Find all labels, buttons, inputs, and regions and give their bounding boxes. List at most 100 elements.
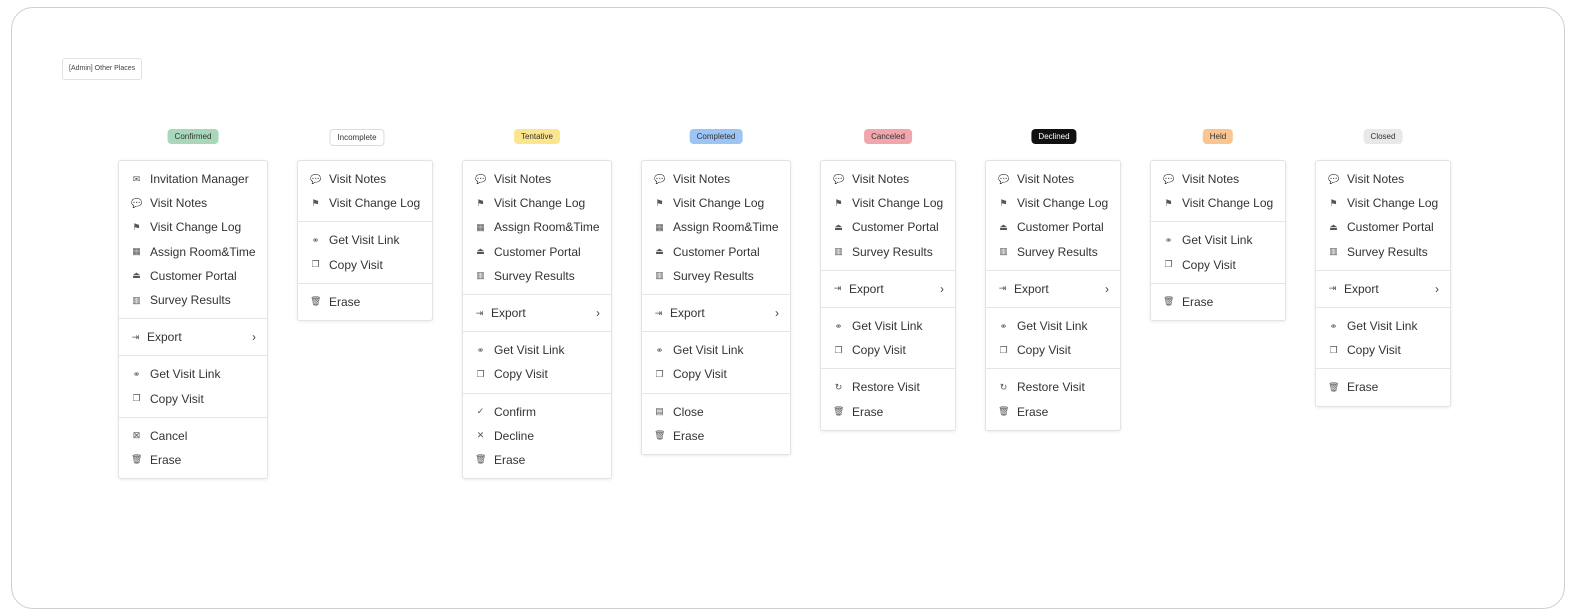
menu-group: 🗑 Erase xyxy=(298,282,432,320)
menu-item-assign-room-time[interactable]: ▦ Assign Room&Time xyxy=(463,215,611,239)
menu-item-visit-change-log[interactable]: ⚑ Visit Change Log xyxy=(642,191,790,215)
menu-item-restore-visit[interactable]: ↻ Restore Visit xyxy=(821,375,955,399)
menu-item-export[interactable]: ⇥ Export › xyxy=(1316,277,1450,301)
menu-item-copy-visit[interactable]: ❐ Copy Visit xyxy=(1316,338,1450,362)
chat-icon: 💬 xyxy=(310,173,322,184)
menu-item-visit-notes[interactable]: 💬 Visit Notes xyxy=(821,167,955,191)
menu-item-visit-notes[interactable]: 💬 Visit Notes xyxy=(1151,167,1285,191)
menu-item-export[interactable]: ⇥ Export › xyxy=(821,277,955,301)
menu-item-label: Export xyxy=(1014,281,1049,296)
menu-item-customer-portal[interactable]: ⏏ Customer Portal xyxy=(463,240,611,264)
menu-item-copy-visit[interactable]: ❐ Copy Visit xyxy=(642,362,790,386)
menu-item-label: Erase xyxy=(1017,404,1049,419)
menu-item-assign-room-time[interactable]: ▦ Assign Room&Time xyxy=(119,240,267,264)
menu-item-visit-change-log[interactable]: ⚑ Visit Change Log xyxy=(1316,191,1450,215)
menu-item-visit-change-log[interactable]: ⚑ Visit Change Log xyxy=(463,191,611,215)
menu-item-survey-results[interactable]: ▥ Survey Results xyxy=(119,288,267,312)
menu-item-label: Get Visit Link xyxy=(673,343,744,358)
menu-item-visit-change-log[interactable]: ⚑ Visit Change Log xyxy=(119,215,267,239)
menu-item-label: Restore Visit xyxy=(852,380,920,395)
menu-item-visit-change-log[interactable]: ⚑ Visit Change Log xyxy=(298,191,432,215)
menu-item-survey-results[interactable]: ▥ Survey Results xyxy=(642,264,790,288)
chevron-right-icon: › xyxy=(1435,281,1439,296)
menu-item-cancel[interactable]: ⊠ Cancel xyxy=(119,424,267,448)
menu-item-get-visit-link[interactable]: ⚭ Get Visit Link xyxy=(1151,228,1285,252)
menu-item-copy-visit[interactable]: ❐ Copy Visit xyxy=(298,253,432,277)
menu-item-survey-results[interactable]: ▥ Survey Results xyxy=(821,240,955,264)
menu-item-copy-visit[interactable]: ❐ Copy Visit xyxy=(463,362,611,386)
menu-item-export[interactable]: ⇥ Export › xyxy=(119,325,267,349)
flag-icon: ⚑ xyxy=(655,197,664,208)
menu-group: ⇥ Export › xyxy=(642,293,790,331)
menu-item-copy-visit[interactable]: ❐ Copy Visit xyxy=(821,338,955,362)
menu-item-close[interactable]: ▤ Close xyxy=(642,400,790,424)
menu-group: ⇥ Export › xyxy=(119,318,267,355)
menu-item-erase[interactable]: 🗑 Erase xyxy=(1151,290,1285,314)
menu-item-decline[interactable]: ✕ Decline xyxy=(463,424,611,448)
menu-item-get-visit-link[interactable]: ⚭ Get Visit Link xyxy=(298,228,432,252)
menu-item-copy-visit[interactable]: ❐ Copy Visit xyxy=(119,387,267,411)
menu-item-survey-results[interactable]: ▥ Survey Results xyxy=(463,264,611,288)
menu-item-label: Decline xyxy=(494,428,535,443)
menu-item-assign-room-time[interactable]: ▦ Assign Room&Time xyxy=(642,215,790,239)
menu-item-label: Survey Results xyxy=(852,244,933,259)
menu-item-label: Visit Change Log xyxy=(494,196,586,211)
menu-item-visit-change-log[interactable]: ⚑ Visit Change Log xyxy=(1151,191,1285,215)
menu-item-visit-change-log[interactable]: ⚑ Visit Change Log xyxy=(821,191,955,215)
menu-item-customer-portal[interactable]: ⏏ Customer Portal xyxy=(821,215,955,239)
context-menu: 💬 Visit Notes ⚑ Visit Change Log ▦ Assign Roo… xyxy=(462,160,612,480)
portal-icon: ⏏ xyxy=(132,270,141,281)
menu-item-copy-visit[interactable]: ❐ Copy Visit xyxy=(986,338,1120,362)
menu-item-export[interactable]: ⇥ Export › xyxy=(463,301,611,325)
menu-item-visit-notes[interactable]: 💬 Visit Notes xyxy=(1316,167,1450,191)
menu-item-export[interactable]: ⇥ Export › xyxy=(642,301,790,325)
menu-item-erase[interactable]: 🗑 Erase xyxy=(986,400,1120,424)
context-menu: 💬 Visit Notes ⚑ Visit Change Log ⏏ Customer P… xyxy=(1315,160,1451,407)
menu-item-customer-portal[interactable]: ⏏ Customer Portal xyxy=(986,215,1120,239)
menu-item-survey-results[interactable]: ▥ Survey Results xyxy=(1316,240,1450,264)
menu-item-copy-visit[interactable]: ❐ Copy Visit xyxy=(1151,253,1285,277)
menu-item-get-visit-link[interactable]: ⚭ Get Visit Link xyxy=(463,338,611,362)
menu-item-label: Visit Change Log xyxy=(673,196,765,211)
calendar-icon: ▦ xyxy=(132,246,141,257)
menu-item-erase[interactable]: 🗑 Erase xyxy=(298,290,432,314)
restore-icon: ↻ xyxy=(999,381,1008,392)
flag-icon: ⚑ xyxy=(311,197,320,208)
menu-item-survey-results[interactable]: ▥ Survey Results xyxy=(986,240,1120,264)
menu-item-visit-notes[interactable]: 💬 Visit Notes xyxy=(642,167,790,191)
menu-item-get-visit-link[interactable]: ⚭ Get Visit Link xyxy=(986,314,1120,338)
menu-item-erase[interactable]: 🗑 Erase xyxy=(821,400,955,424)
copy-icon: ❐ xyxy=(655,368,664,379)
menu-item-customer-portal[interactable]: ⏏ Customer Portal xyxy=(642,240,790,264)
menu-item-label: Cancel xyxy=(150,428,188,443)
menu-item-label: Customer Portal xyxy=(1347,220,1434,235)
menu-item-get-visit-link[interactable]: ⚭ Get Visit Link xyxy=(1316,314,1450,338)
menu-item-invitation-manager[interactable]: ✉ Invitation Manager xyxy=(119,167,267,191)
menu-item-visit-notes[interactable]: 💬 Visit Notes xyxy=(298,167,432,191)
menu-item-get-visit-link[interactable]: ⚭ Get Visit Link xyxy=(119,362,267,386)
bar-chart-icon: ▥ xyxy=(476,270,485,281)
trash-icon: 🗑 xyxy=(131,454,143,465)
menu-group: 🗑 Erase xyxy=(1151,282,1285,320)
menu-group: ⚭ Get Visit Link ❐ Copy Visit xyxy=(1151,221,1285,282)
menu-item-customer-portal[interactable]: ⏏ Customer Portal xyxy=(119,264,267,288)
export-icon: ⇥ xyxy=(1328,283,1337,294)
menu-item-visit-change-log[interactable]: ⚑ Visit Change Log xyxy=(986,191,1120,215)
menu-item-erase[interactable]: 🗑 Erase xyxy=(1316,375,1450,399)
menu-item-get-visit-link[interactable]: ⚭ Get Visit Link xyxy=(821,314,955,338)
menu-item-visit-notes[interactable]: 💬 Visit Notes xyxy=(986,167,1120,191)
menu-item-erase[interactable]: 🗑 Erase xyxy=(463,448,611,472)
menu-item-customer-portal[interactable]: ⏏ Customer Portal xyxy=(1316,215,1450,239)
menu-item-visit-notes[interactable]: 💬 Visit Notes xyxy=(119,191,267,215)
menu-item-visit-notes[interactable]: 💬 Visit Notes xyxy=(463,167,611,191)
portal-icon: ⏏ xyxy=(999,221,1008,232)
menu-item-restore-visit[interactable]: ↻ Restore Visit xyxy=(986,375,1120,399)
menu-item-erase[interactable]: 🗑 Erase xyxy=(642,424,790,448)
menu-item-get-visit-link[interactable]: ⚭ Get Visit Link xyxy=(642,338,790,362)
menu-item-label: Close xyxy=(673,404,704,419)
menu-item-label: Visit Notes xyxy=(1182,172,1240,187)
menu-group: 💬 Visit Notes ⚑ Visit Change Log xyxy=(298,161,432,221)
menu-item-erase[interactable]: 🗑 Erase xyxy=(119,448,267,472)
menu-item-confirm[interactable]: ✓ Confirm xyxy=(463,400,611,424)
menu-item-export[interactable]: ⇥ Export › xyxy=(986,277,1120,301)
